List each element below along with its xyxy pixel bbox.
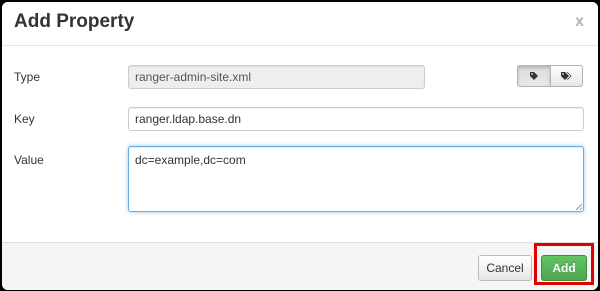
value-textarea[interactable] <box>128 146 584 212</box>
type-label: Type <box>14 70 41 84</box>
multi-tag-button[interactable] <box>550 65 583 87</box>
tags-icon <box>560 72 572 80</box>
resize-grip-icon[interactable] <box>576 204 582 210</box>
tag-toggle-group <box>517 65 583 87</box>
single-tag-button[interactable] <box>517 65 551 87</box>
tag-icon <box>529 72 538 80</box>
add-property-dialog: Add Property x Type Key Value <box>2 2 598 290</box>
cancel-button[interactable]: Cancel <box>478 255 532 281</box>
value-label: Value <box>14 153 44 167</box>
dialog-header: Add Property x <box>2 2 598 46</box>
key-input[interactable] <box>128 107 584 131</box>
dialog-footer: Cancel Add <box>2 242 598 290</box>
dialog-body: Type Key Value <box>2 47 598 242</box>
key-label: Key <box>14 112 35 126</box>
dialog-title: Add Property <box>14 11 135 32</box>
type-field[interactable] <box>128 65 425 89</box>
close-icon[interactable]: x <box>575 14 584 30</box>
add-button[interactable]: Add <box>541 255 587 281</box>
